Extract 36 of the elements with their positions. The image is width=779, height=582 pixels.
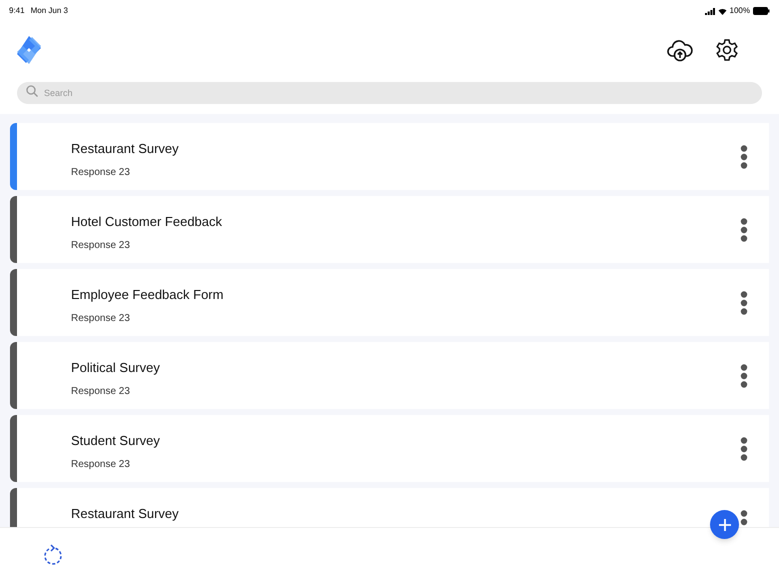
- settings-icon[interactable]: [715, 38, 739, 62]
- survey-title: Student Survey: [71, 432, 160, 450]
- survey-card[interactable]: Restaurant Survey: [10, 488, 769, 527]
- signal-icon: [704, 8, 715, 14]
- survey-title: Employee Feedback Form: [71, 286, 224, 304]
- survey-response-count: Response 23: [71, 238, 130, 252]
- more-options-icon[interactable]: [740, 436, 748, 460]
- survey-title: Restaurant Survey: [71, 140, 179, 158]
- refresh-icon[interactable]: [43, 544, 64, 566]
- more-options-icon[interactable]: [740, 218, 748, 242]
- survey-card[interactable]: Student Survey Response 23: [10, 415, 769, 482]
- survey-response-count: Response 23: [71, 384, 130, 398]
- search-icon: [26, 85, 38, 97]
- battery-percentage: 100%: [730, 5, 750, 17]
- more-options-icon[interactable]: [740, 144, 748, 168]
- search-field[interactable]: Search: [17, 82, 762, 104]
- wifi-icon: [718, 8, 727, 14]
- survey-title: Hotel Customer Feedback: [71, 213, 222, 231]
- survey-response-count: Response 23: [71, 312, 130, 326]
- survey-title: Restaurant Survey: [71, 505, 179, 523]
- survey-card[interactable]: Employee Feedback Form Response 23: [10, 269, 769, 336]
- survey-card[interactable]: Political Survey Response 23: [10, 342, 769, 409]
- battery-icon: [753, 7, 770, 15]
- cloud-upload-icon[interactable]: [667, 38, 693, 62]
- app-logo-icon: [16, 35, 42, 65]
- status-time: 9:41: [9, 5, 25, 17]
- more-options-icon[interactable]: [740, 364, 748, 388]
- survey-response-count: Response 23: [71, 458, 130, 472]
- survey-card[interactable]: Restaurant Survey Response 23: [10, 123, 769, 190]
- survey-title: Political Survey: [71, 359, 160, 377]
- survey-card[interactable]: Hotel Customer Feedback Response 23: [10, 196, 769, 263]
- more-options-icon[interactable]: [740, 510, 748, 527]
- survey-response-count: Response 23: [71, 166, 130, 180]
- plus-icon: [718, 518, 730, 530]
- more-options-icon[interactable]: [740, 290, 748, 314]
- status-date: Mon Jun 3: [30, 5, 68, 17]
